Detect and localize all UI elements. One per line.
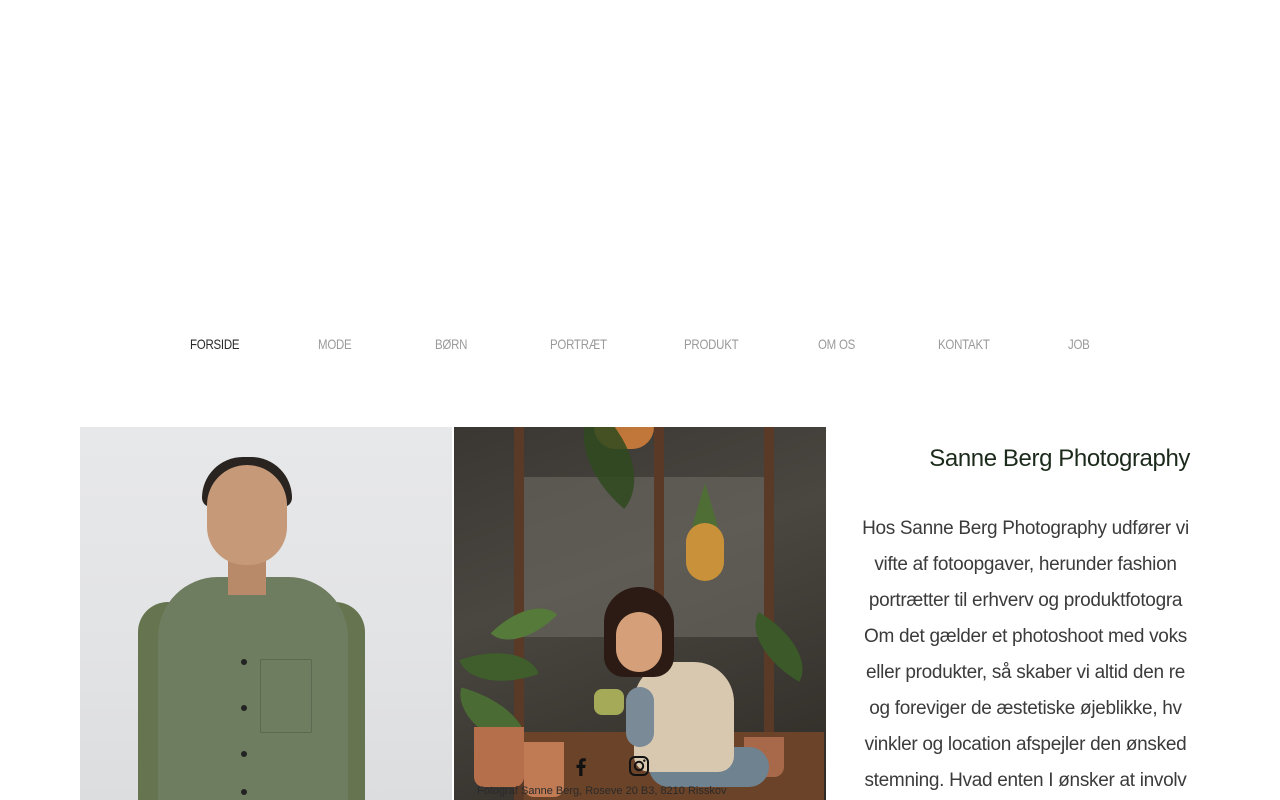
pineapple <box>686 523 724 581</box>
model-face <box>207 465 287 565</box>
child-face <box>616 612 662 672</box>
about-line: vifte af fotoopgaver, herunder fashion <box>874 554 1177 575</box>
children-photo <box>454 427 826 800</box>
child-arm <box>626 687 654 747</box>
about-text: Hos Sanne Berg Photography udfører vi vi… <box>851 511 1200 799</box>
shirt-pocket <box>260 659 312 733</box>
shirt-button <box>241 789 247 795</box>
shirt-button <box>241 705 247 711</box>
nav-item-produkt[interactable]: PRODUKT <box>684 336 739 352</box>
brand-title: Sanne Berg Photography <box>929 445 1190 472</box>
about-line: og foreviger de æstetiske øjeblikke, hv <box>869 698 1182 719</box>
nav-item-forside[interactable]: FORSIDE <box>190 336 240 352</box>
nav-item-born[interactable]: BØRN <box>435 336 467 352</box>
nav-item-job[interactable]: JOB <box>1068 336 1090 352</box>
about-line: eller produkter, så skaber vi altid den … <box>865 662 1186 683</box>
watering-can <box>594 689 624 715</box>
main-navigation: FORSIDE MODE BØRN PORTRÆT PRODUKT OM OS … <box>0 336 1280 362</box>
nav-item-om-os[interactable]: OM OS <box>818 336 855 352</box>
shirt-button <box>241 659 247 665</box>
nav-item-mode[interactable]: MODE <box>318 336 352 352</box>
instagram-icon[interactable] <box>627 754 651 778</box>
fashion-photo <box>80 427 452 800</box>
footer-address: Fotograf Sanne Berg, Roseve 20 B3, 8210 … <box>477 785 727 797</box>
nav-item-portraet[interactable]: PORTRÆT <box>550 336 607 352</box>
about-line: portrætter til erhverv og produktfotogra <box>868 590 1183 611</box>
about-line: Hos Sanne Berg Photography udfører vi <box>862 518 1189 539</box>
about-line: vinkler og location afspejler den ønsked <box>864 734 1187 755</box>
about-line: Om det gælder et photoshoot med voks <box>864 626 1187 647</box>
about-line: stemning. Hvad enten I ønsker at involv <box>864 770 1187 791</box>
nav-item-kontakt[interactable]: KONTAKT <box>938 336 990 352</box>
facebook-icon[interactable] <box>569 754 593 778</box>
